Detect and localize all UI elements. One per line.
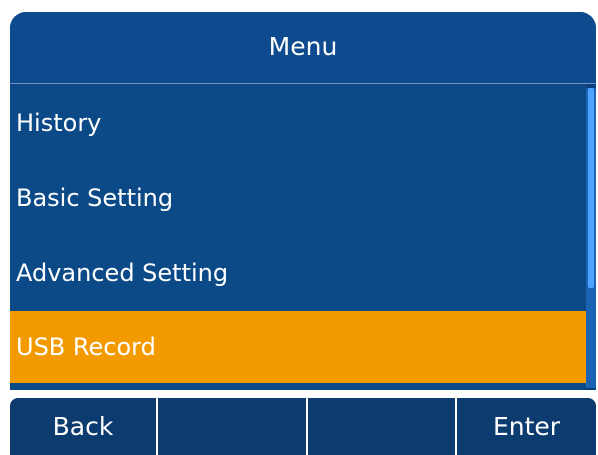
menu-item-basic-setting[interactable]: Basic Setting bbox=[10, 161, 586, 235]
scrollbar-thumb[interactable] bbox=[588, 88, 594, 288]
menu-item-usb-record[interactable]: USB Record bbox=[10, 311, 586, 383]
menu-window: Menu History Basic Setting Advanced Sett… bbox=[10, 12, 596, 455]
enter-softkey[interactable]: Enter bbox=[457, 398, 596, 455]
softkey-3[interactable] bbox=[308, 398, 455, 455]
page-title: Menu bbox=[268, 32, 338, 61]
softkey-2[interactable] bbox=[158, 398, 306, 455]
back-softkey[interactable]: Back bbox=[10, 398, 156, 455]
phone-screen: Menu History Basic Setting Advanced Sett… bbox=[0, 0, 598, 455]
menu-scrollbar[interactable] bbox=[586, 88, 596, 388]
menu-item-history[interactable]: History bbox=[10, 86, 586, 160]
menu-list: History Basic Setting Advanced Setting U… bbox=[10, 84, 586, 390]
menu-item-advanced-setting[interactable]: Advanced Setting bbox=[10, 236, 586, 310]
softkey-bar: Back Enter bbox=[10, 390, 596, 455]
title-bar: Menu bbox=[10, 12, 596, 84]
